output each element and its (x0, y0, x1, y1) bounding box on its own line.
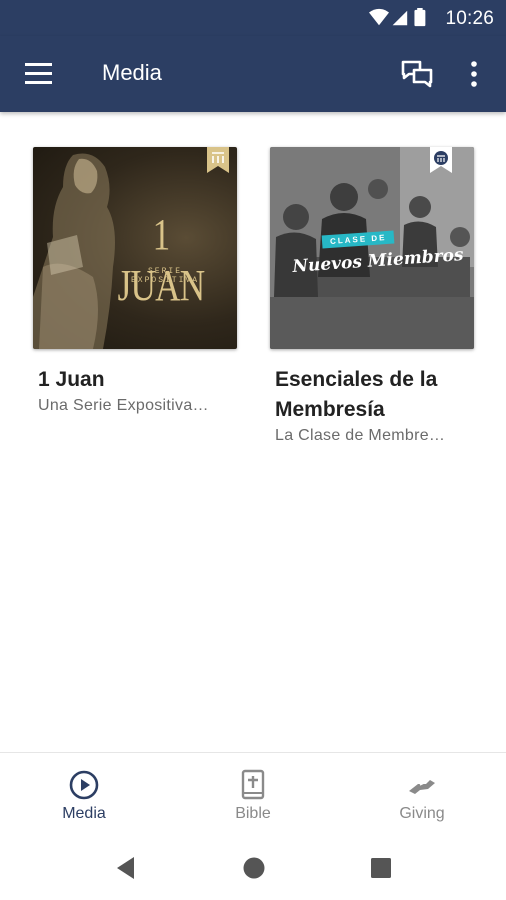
play-circle-icon (69, 770, 99, 800)
hamburger-menu-icon[interactable] (24, 60, 54, 88)
artwork-title: 1 JUAN (117, 210, 206, 310)
media-subtitle: La Clase de Membre… (275, 427, 446, 444)
artwork-subtitle: SERIE EXPOSITIVA (130, 267, 199, 285)
status-bar: 10:26 (0, 0, 506, 36)
media-title: 1 Juan (38, 368, 105, 391)
app-bar: Media (0, 36, 506, 112)
media-subtitle: Una Serie Expositiva… (38, 397, 209, 414)
nav-label-media: Media (62, 805, 106, 822)
bible-icon (241, 769, 265, 800)
back-icon[interactable] (112, 854, 140, 882)
wifi-icon (369, 8, 389, 26)
nav-label-bible: Bible (235, 805, 271, 822)
bookmark-badge-icon (207, 147, 229, 173)
bookmark-badge-icon (430, 147, 452, 173)
nav-item-media[interactable]: Media (0, 753, 168, 837)
giving-hand-icon (409, 780, 435, 794)
page-title: Media (102, 60, 162, 85)
nav-item-giving[interactable]: Giving (338, 753, 506, 837)
media-card-esenciales[interactable]: CLASE DE Nuevos Miembros Esenciales de l… (270, 147, 474, 445)
media-artwork: 1 JUAN SERIE EXPOSITIVA (33, 147, 237, 349)
media-card-1-juan[interactable]: 1 JUAN SERIE EXPOSITIVA 1 Juan Una Serie… (33, 147, 237, 415)
media-artwork: CLASE DE Nuevos Miembros (270, 147, 474, 349)
more-vertical-icon[interactable] (462, 60, 486, 88)
signal-icon (392, 10, 408, 26)
status-icons (369, 8, 426, 27)
chat-icon[interactable] (400, 58, 434, 90)
bottom-navigation: Media Bible Giving (0, 752, 506, 837)
nav-label-giving: Giving (399, 805, 445, 822)
system-navigation-bar (0, 836, 506, 900)
clock: 10:26 (445, 8, 494, 29)
battery-icon (414, 8, 426, 27)
media-title: Esenciales de la Membresía (275, 368, 438, 421)
recents-icon[interactable] (367, 854, 395, 882)
nav-item-bible[interactable]: Bible (169, 753, 337, 837)
home-icon[interactable] (240, 854, 268, 882)
